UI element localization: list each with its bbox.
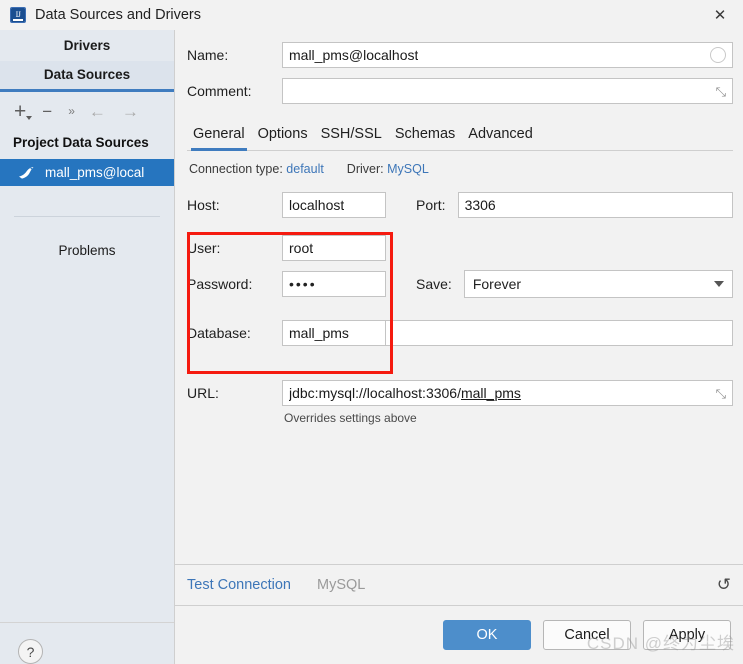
port-label: Port:	[416, 197, 446, 213]
expand-url-editor-icon[interactable]: ⤡	[716, 387, 726, 400]
password-value: ••••	[289, 276, 317, 292]
sidebar-tab-data-sources[interactable]: Data Sources	[0, 61, 174, 92]
user-row: User: root	[187, 235, 733, 261]
database-label: Database:	[187, 325, 251, 341]
port-value: 3306	[464, 197, 496, 213]
chevron-down-icon	[714, 281, 724, 287]
url-value-prefix: jdbc:mysql://localhost:3306/	[289, 385, 461, 401]
password-label: Password:	[187, 276, 253, 292]
window-title-bar: Data Sources and Drivers ✕	[0, 0, 743, 30]
cancel-button[interactable]: Cancel	[543, 620, 631, 650]
url-label: URL:	[187, 385, 219, 401]
sidebar-group-header: Project Data Sources	[13, 135, 149, 150]
sidebar-tab-drivers[interactable]: Drivers	[0, 30, 174, 61]
database-input-extension[interactable]	[386, 320, 733, 346]
window-title: Data Sources and Drivers	[35, 7, 202, 23]
help-button[interactable]: ?	[18, 639, 43, 664]
intellij-idea-icon	[10, 7, 26, 23]
host-port-row: Host: localhost Port: 3306	[187, 192, 733, 218]
host-input[interactable]: localhost	[282, 192, 386, 218]
general-panel: Connection type: default Driver: MySQL H…	[175, 151, 743, 425]
connection-type-value[interactable]: default	[286, 162, 324, 176]
mysql-dolphin-icon	[19, 166, 34, 179]
tab-options[interactable]: Options	[256, 124, 310, 151]
url-input[interactable]: jdbc:mysql://localhost:3306/mall_pms ⤡	[282, 380, 733, 406]
navigate-forward-icon[interactable]: →	[122, 103, 139, 120]
driver-label: Driver:	[346, 162, 384, 176]
host-value: localhost	[289, 197, 345, 213]
driver-name-label: MySQL	[316, 577, 366, 593]
credentials-group: User: root Password: •••• Save: Forever	[187, 232, 733, 374]
comment-row: Comment: ⤡	[187, 78, 733, 104]
url-value-database: mall_pms	[460, 385, 521, 401]
sidebar: Drivers Data Sources + − » ← → Project D…	[0, 30, 174, 664]
database-input[interactable]: mall_pms	[282, 320, 386, 346]
name-label: Name:	[187, 47, 229, 63]
name-input[interactable]: mall_pms@localhost	[282, 42, 733, 68]
connection-type-label: Connection type:	[189, 162, 283, 176]
user-value: root	[289, 240, 314, 256]
expand-editor-icon[interactable]: ⤡	[716, 85, 726, 98]
tab-schemas[interactable]: Schemas	[393, 124, 457, 151]
remove-data-source-icon[interactable]: −	[42, 103, 52, 120]
dialog-body: Drivers Data Sources + − » ← → Project D…	[0, 30, 743, 664]
more-options-icon[interactable]: »	[68, 105, 75, 117]
close-icon[interactable]: ✕	[697, 0, 743, 30]
password-row: Password: •••• Save: Forever	[187, 270, 733, 298]
name-row: Name: mall_pms@localhost	[187, 42, 733, 68]
sidebar-item-problems[interactable]: Problems	[0, 217, 174, 258]
comment-input[interactable]: ⤡	[282, 78, 733, 104]
comment-label: Comment:	[187, 83, 252, 99]
navigate-back-icon[interactable]: ←	[89, 103, 106, 120]
test-connection-link[interactable]: Test Connection	[187, 577, 291, 593]
save-dropdown[interactable]: Forever	[463, 270, 733, 298]
sidebar-item-label: mall_pms@local	[45, 165, 145, 180]
identity-form: Name: mall_pms@localhost Comment: ⤡	[175, 30, 743, 114]
add-data-source-icon[interactable]: +	[14, 101, 33, 122]
url-row: URL: jdbc:mysql://localhost:3306/mall_pm…	[187, 380, 733, 406]
tab-ssh-ssl[interactable]: SSH/SSL	[319, 124, 384, 151]
apply-button[interactable]: Apply	[643, 620, 731, 650]
save-label: Save:	[416, 276, 452, 292]
revert-icon[interactable]: ↺	[717, 575, 731, 595]
tab-general[interactable]: General	[191, 124, 247, 151]
color-indicator-icon[interactable]	[710, 47, 726, 63]
ok-button[interactable]: OK	[443, 620, 531, 650]
database-value: mall_pms	[289, 325, 349, 341]
save-value: Forever	[472, 276, 522, 292]
tab-advanced[interactable]: Advanced	[466, 124, 535, 151]
name-value: mall_pms@localhost	[289, 47, 419, 63]
port-input[interactable]: 3306	[457, 192, 733, 218]
url-hint: Overrides settings above	[284, 411, 417, 425]
test-connection-bar: Test Connection MySQL ↺	[175, 564, 743, 605]
database-row: Database: mall_pms	[187, 320, 733, 346]
user-input[interactable]: root	[282, 235, 386, 261]
user-label: User:	[187, 240, 221, 256]
help-row: ?	[0, 622, 174, 664]
driver-value[interactable]: MySQL	[387, 162, 429, 176]
tab-bar: General Options SSH/SSL Schemas Advanced	[187, 118, 733, 151]
sidebar-toolbar: + − » ← →	[0, 92, 174, 126]
connection-meta: Connection type: default Driver: MySQL	[187, 162, 733, 176]
host-label: Host:	[187, 197, 220, 213]
content-panel: Name: mall_pms@localhost Comment: ⤡ Gene…	[174, 30, 743, 664]
sidebar-item-mall-pms[interactable]: mall_pms@local	[0, 159, 174, 186]
dialog-button-bar: OK Cancel Apply	[175, 605, 743, 664]
password-input[interactable]: ••••	[282, 271, 386, 297]
